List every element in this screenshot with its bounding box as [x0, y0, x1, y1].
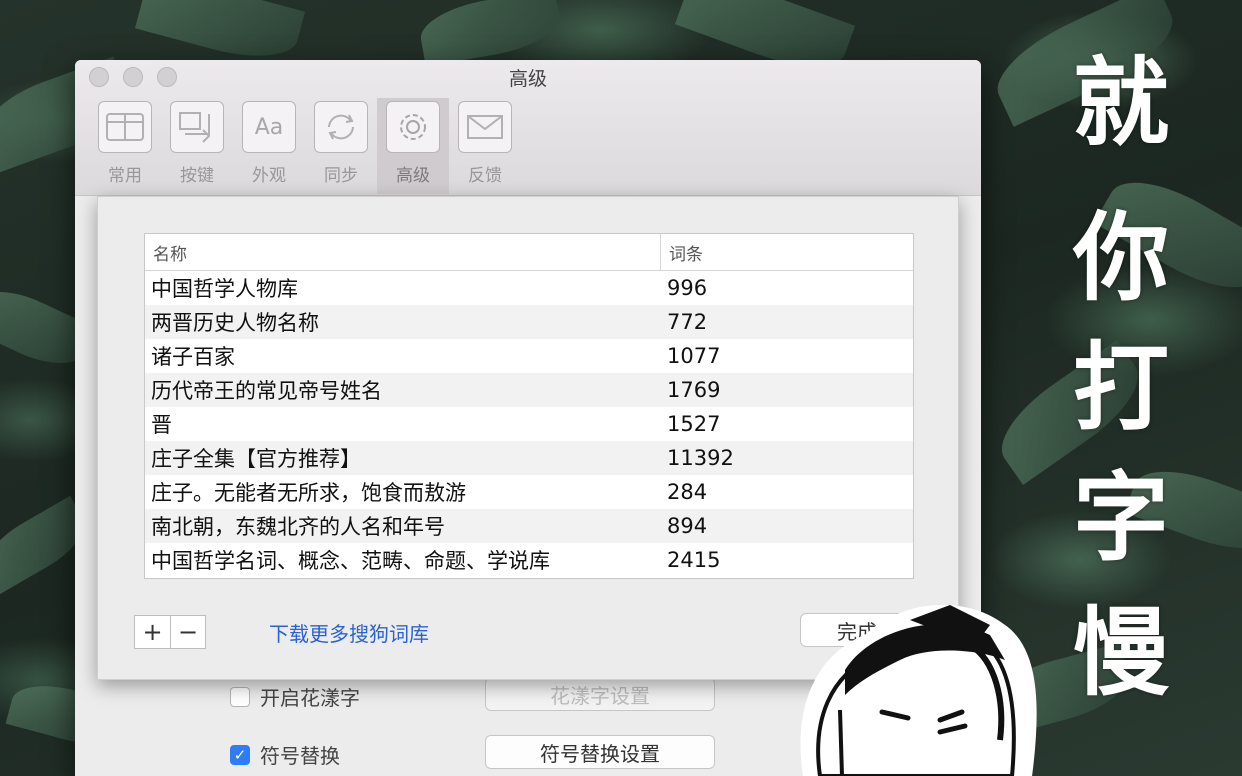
keys-icon [170, 101, 224, 153]
row-name: 庄子全集【官方推荐】 [151, 447, 361, 471]
general-icon [98, 101, 152, 153]
dictionary-table: 名称 词条 中国哲学人物库 996 两晋历史人物名称 772 诸子百家 1077 历代… [144, 233, 914, 579]
overlay-char: 慢 [1073, 597, 1169, 709]
symbol-label: 符号替换 [260, 744, 340, 768]
huayang-checkbox[interactable] [230, 686, 250, 707]
overlay-char: 打 [1073, 332, 1169, 444]
symbol-checkbox[interactable]: ✓ [230, 744, 250, 765]
huayang-label: 开启花漾字 [260, 686, 360, 710]
row-name: 庄子。无能者无所求，饱食而敖游 [151, 481, 466, 505]
remove-dictionary-button[interactable]: − [170, 616, 205, 648]
table-body: 中国哲学人物库 996 两晋历史人物名称 772 诸子百家 1077 历代帝王的常见帝… [145, 271, 913, 577]
tab-general-label: 常用 [108, 166, 142, 186]
table-row[interactable]: 晋 1527 [145, 407, 913, 441]
tab-appearance[interactable]: Aa 外观 [233, 98, 305, 194]
table-row[interactable]: 两晋历史人物名称 772 [145, 305, 913, 339]
overlay-char: 字 [1073, 462, 1169, 574]
table-row[interactable]: 庄子全集【官方推荐】 11392 [145, 441, 913, 475]
row-name: 历代帝王的常见帝号姓名 [151, 379, 382, 403]
table-row[interactable]: 中国哲学人物库 996 [145, 271, 913, 305]
tab-keys[interactable]: 按键 [161, 98, 233, 194]
row-name: 中国哲学人物库 [151, 277, 298, 301]
tab-sync[interactable]: 同步 [305, 98, 377, 194]
overlay-char: 你 [1073, 202, 1169, 314]
tab-sync-label: 同步 [324, 166, 358, 186]
row-name: 南北朝，东魏北齐的人名和年号 [151, 515, 445, 539]
tab-advanced-label: 高级 [396, 166, 430, 186]
row-count: 1527 [667, 412, 721, 436]
add-remove-control: + − [134, 615, 206, 649]
table-row[interactable]: 诸子百家 1077 [145, 339, 913, 373]
mail-icon [458, 101, 512, 153]
download-more-link[interactable]: 下载更多搜狗词库 [269, 618, 429, 647]
table-row[interactable]: 南北朝，东魏北齐的人名和年号 894 [145, 509, 913, 543]
overlay-char: 就 [1073, 47, 1169, 159]
window-title: 高级 [508, 68, 547, 90]
table-header: 名称 词条 [145, 234, 913, 271]
add-dictionary-button[interactable]: + [135, 616, 170, 648]
huayang-settings-button[interactable]: 花漾字设置 [485, 677, 715, 711]
column-name-header[interactable]: 名称 [145, 234, 661, 270]
row-name: 中国哲学名词、概念、范畴、命题、学说库 [151, 549, 550, 573]
table-row[interactable]: 历代帝王的常见帝号姓名 1769 [145, 373, 913, 407]
symbol-settings-button[interactable]: 符号替换设置 [485, 735, 715, 769]
tab-advanced[interactable]: 高级 [377, 98, 449, 194]
row-count: 772 [667, 310, 708, 334]
gear-icon [386, 101, 440, 153]
row-count: 996 [667, 276, 708, 300]
row-count: 894 [667, 514, 708, 538]
row-name: 晋 [151, 413, 172, 437]
huayang-row: 开启花漾字 [230, 682, 360, 711]
row-count: 284 [667, 480, 708, 504]
row-count: 1077 [667, 344, 721, 368]
table-row[interactable]: 庄子。无能者无所求，饱食而敖游 284 [145, 475, 913, 509]
row-count: 1769 [667, 378, 721, 402]
row-count: 11392 [667, 446, 734, 470]
row-name: 诸子百家 [151, 345, 235, 369]
tab-feedback-label: 反馈 [468, 166, 502, 186]
tab-keys-label: 按键 [180, 166, 214, 186]
cartoon-face-sticker [800, 604, 1037, 776]
row-count: 2415 [667, 548, 721, 572]
title-bar: 高级 常用 按键 Aa 外观 同步 高级 反馈 [75, 60, 981, 196]
appearance-glyph: Aa [254, 114, 284, 140]
tab-appearance-label: 外观 [252, 166, 286, 186]
table-row[interactable]: 中国哲学名词、概念、范畴、命题、学说库 2415 [145, 543, 913, 577]
appearance-icon: Aa [242, 101, 296, 153]
column-count-header[interactable]: 词条 [661, 234, 703, 270]
row-name: 两晋历史人物名称 [151, 311, 319, 335]
symbol-row: ✓ 符号替换 [230, 740, 340, 769]
preferences-toolbar: 常用 按键 Aa 外观 同步 高级 反馈 [89, 98, 521, 194]
sync-icon [314, 101, 368, 153]
tab-general[interactable]: 常用 [89, 98, 161, 194]
tab-feedback[interactable]: 反馈 [449, 98, 521, 194]
